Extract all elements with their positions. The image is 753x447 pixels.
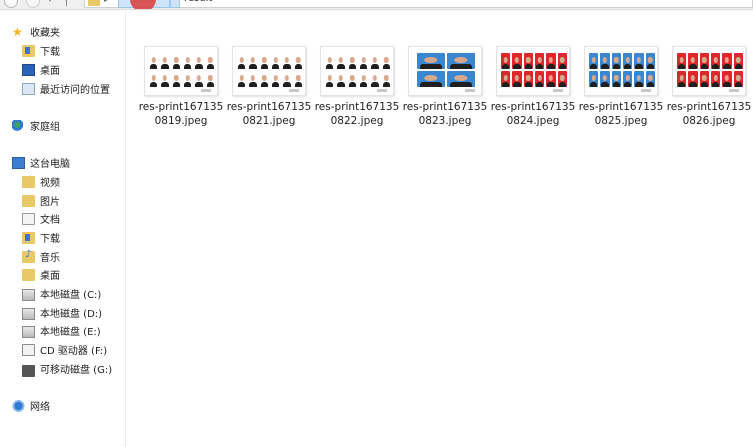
- drive-icon: [22, 308, 35, 320]
- nav-item-label: 图片: [40, 197, 60, 208]
- file-item[interactable]: res-print1671350826.jpeg: [666, 44, 752, 134]
- file-name: res-print1671350824.jpeg: [490, 101, 576, 127]
- pictures-folder-icon: [22, 194, 35, 207]
- cd-drive-icon: [22, 343, 35, 356]
- file-name: res-print1671350822.jpeg: [314, 101, 400, 127]
- nav-music[interactable]: 音乐: [22, 248, 60, 265]
- recent-places-icon: [22, 82, 35, 95]
- nav-item-label: 下载: [40, 47, 60, 58]
- recent-locations-chevron-icon[interactable]: ▾: [48, 0, 52, 4]
- nav-drive-c[interactable]: 本地磁盘 (C:): [22, 285, 101, 302]
- drive-icon: [22, 289, 35, 301]
- nav-homegroup[interactable]: 家庭组: [12, 117, 60, 134]
- nav-favorites[interactable]: ★ 收藏夹: [12, 23, 60, 40]
- file-thumbnail: [408, 46, 482, 96]
- file-thumbnail: [232, 46, 306, 96]
- file-item[interactable]: res-print1671350821.jpeg: [226, 44, 312, 134]
- download-folder-icon: [22, 44, 35, 57]
- file-item[interactable]: res-print1671350825.jpeg: [578, 44, 664, 134]
- file-item[interactable]: res-print1671350824.jpeg: [490, 44, 576, 134]
- breadcrumb-separator-button[interactable]: [170, 0, 180, 8]
- navigation-pane: ★ 收藏夹 下载 桌面 最近访问的位置 家庭组 这台电脑 视频 图片 文档 下载…: [0, 11, 126, 447]
- nav-removable-g[interactable]: 可移动磁盘 (G:): [22, 360, 112, 377]
- nav-item-label: 最近访问的位置: [40, 85, 110, 96]
- nav-drive-d[interactable]: 本地磁盘 (D:): [22, 304, 102, 321]
- nav-videos[interactable]: 视频: [22, 173, 60, 190]
- file-thumbnail: [320, 46, 394, 96]
- up-button[interactable]: [66, 0, 67, 6]
- nav-desktop[interactable]: 桌面: [22, 266, 60, 283]
- homegroup-icon: [12, 119, 25, 132]
- nav-item-label: 视频: [40, 178, 60, 189]
- file-name: res-print1671350819.jpeg: [138, 101, 224, 127]
- nav-item-label: 桌面: [40, 66, 60, 77]
- file-name: res-print1671350823.jpeg: [402, 101, 488, 127]
- nav-cd-drive-f[interactable]: CD 驱动器 (F:): [22, 341, 107, 358]
- nav-downloads[interactable]: 下载: [22, 229, 60, 246]
- nav-item-label: 本地磁盘 (C:): [40, 290, 102, 301]
- network-icon: [12, 399, 25, 412]
- nav-item-label: 桌面: [40, 271, 60, 282]
- file-thumbnail: [144, 46, 218, 96]
- file-item[interactable]: res-print1671350823.jpeg: [402, 44, 488, 134]
- file-item[interactable]: res-print1671350822.jpeg: [314, 44, 400, 134]
- nav-item-label: 可移动磁盘 (G:): [40, 365, 113, 376]
- nav-this-pc-label: 这台电脑: [30, 159, 70, 170]
- navigation-toolbar: ▾ ▸ result: [0, 0, 753, 10]
- download-folder-icon: [22, 231, 35, 244]
- file-name: res-print1671350821.jpeg: [226, 101, 312, 127]
- file-name: res-print1671350825.jpeg: [578, 101, 664, 127]
- star-icon: ★: [12, 24, 23, 39]
- breadcrumb-current[interactable]: result: [184, 0, 212, 4]
- nav-favorites-label: 收藏夹: [30, 28, 60, 39]
- forward-button[interactable]: [26, 0, 40, 8]
- music-folder-icon: [22, 249, 35, 263]
- file-thumbnail: [496, 46, 570, 96]
- mouse-cursor-highlight: [130, 0, 156, 9]
- nav-drive-e[interactable]: 本地磁盘 (E:): [22, 322, 101, 339]
- nav-item-label: 本地磁盘 (D:): [40, 309, 103, 320]
- nav-homegroup-label: 家庭组: [30, 122, 60, 133]
- file-thumbnail: [584, 46, 658, 96]
- nav-item-label: CD 驱动器 (F:): [40, 346, 108, 357]
- computer-icon: [12, 156, 25, 169]
- videos-folder-icon: [22, 175, 35, 188]
- file-name: res-print1671350826.jpeg: [666, 101, 752, 127]
- nav-pictures[interactable]: 图片: [22, 192, 60, 209]
- desktop-folder-icon: [22, 268, 35, 281]
- file-item[interactable]: res-print1671350819.jpeg: [138, 44, 224, 134]
- breadcrumb-chevron-icon[interactable]: ▸: [104, 0, 108, 4]
- nav-documents[interactable]: 文档: [22, 210, 60, 227]
- nav-item-label: 文档: [40, 215, 60, 226]
- nav-favorites-recent[interactable]: 最近访问的位置: [22, 80, 110, 97]
- documents-folder-icon: [22, 212, 35, 225]
- nav-favorites-desktop[interactable]: 桌面: [22, 61, 60, 78]
- nav-item-label: 下载: [40, 234, 60, 245]
- folder-icon: [88, 0, 100, 6]
- back-button[interactable]: [4, 0, 18, 8]
- file-thumbnail: [672, 46, 746, 96]
- nav-item-label: 本地磁盘 (E:): [40, 327, 101, 338]
- nav-network[interactable]: 网络: [12, 397, 50, 414]
- desktop-icon: [22, 63, 35, 76]
- nav-network-label: 网络: [30, 402, 50, 413]
- nav-this-pc[interactable]: 这台电脑: [12, 154, 70, 171]
- drive-icon: [22, 326, 35, 338]
- nav-favorites-downloads[interactable]: 下载: [22, 42, 60, 59]
- nav-item-label: 音乐: [40, 253, 60, 264]
- removable-drive-icon: [22, 364, 35, 377]
